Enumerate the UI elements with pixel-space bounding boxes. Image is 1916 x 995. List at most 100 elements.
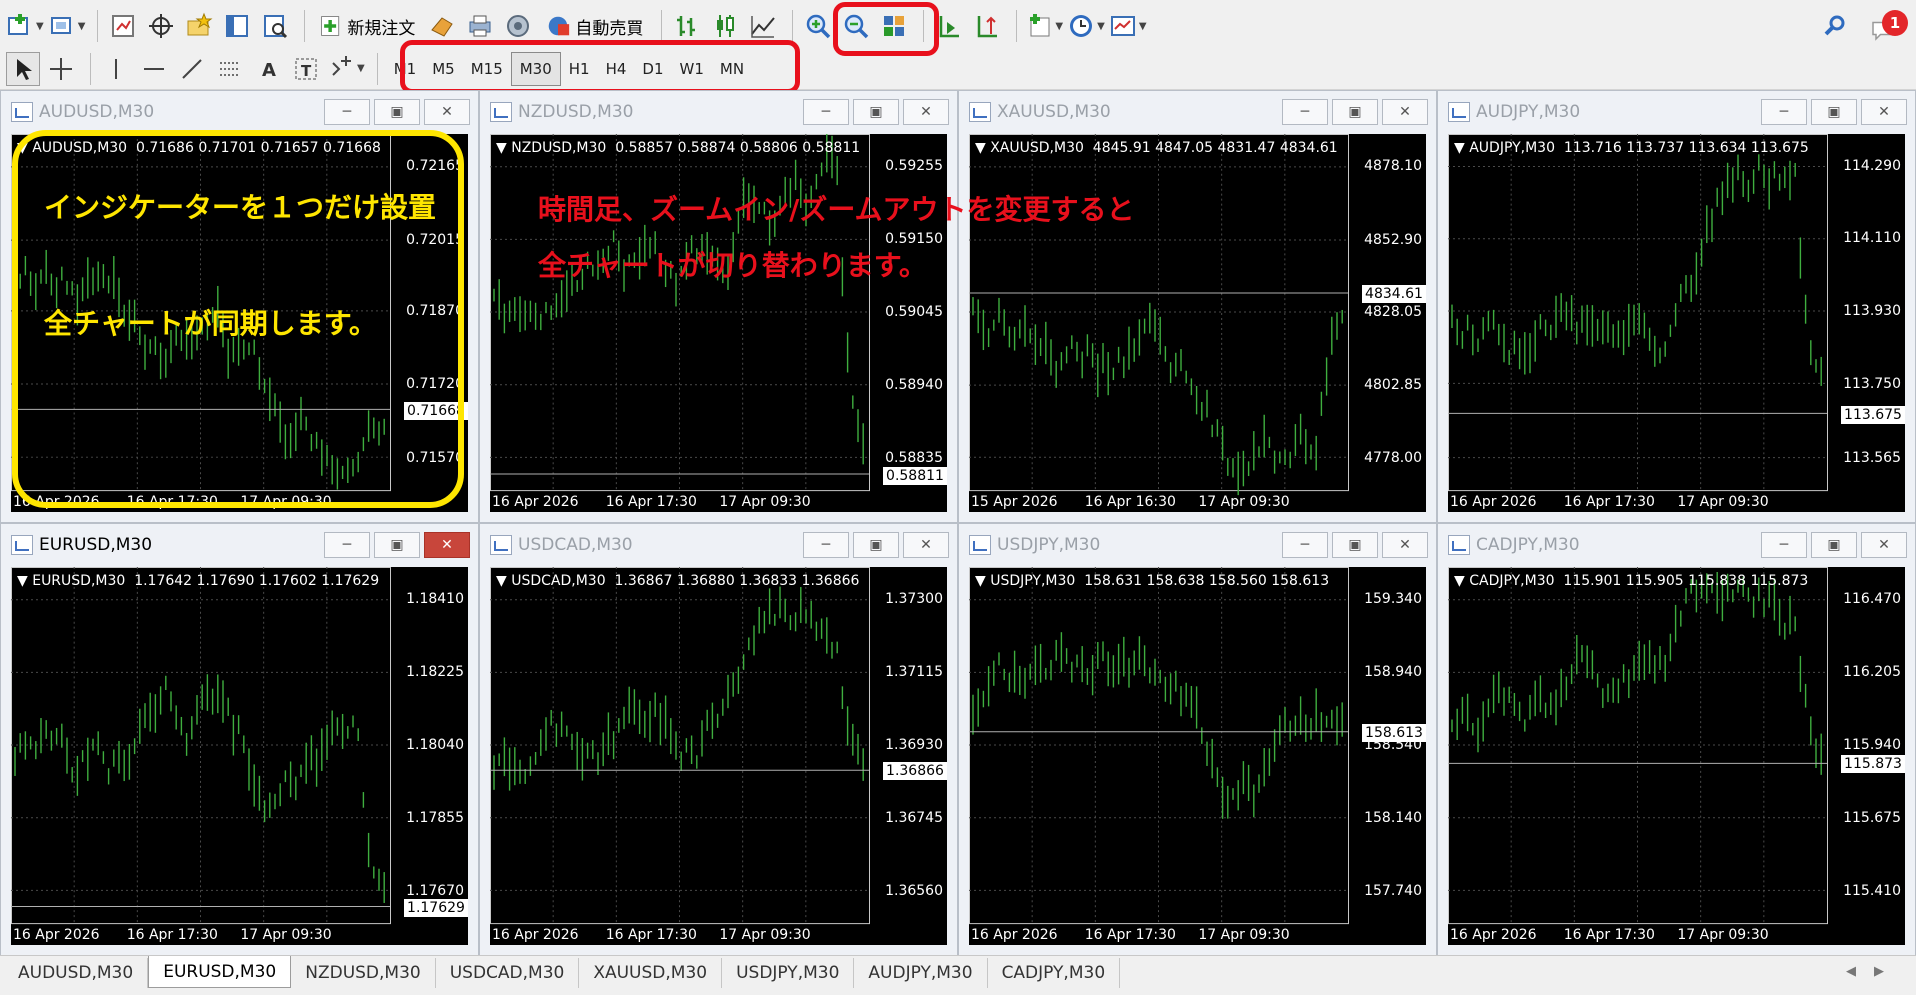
tab-audusd[interactable]: AUDUSD,M30 (4, 958, 149, 988)
minimize-button[interactable]: ─ (324, 532, 370, 558)
close-button[interactable]: ✕ (903, 532, 949, 558)
vertical-line-tool[interactable] (99, 52, 133, 86)
chart-window-cadjpy[interactable]: CADJPY,M30 ─ ▣ ✕ ▼ CADJPY,M30 115.901 115.90… (1437, 523, 1916, 956)
favorites-button[interactable] (182, 9, 216, 43)
chart-window-xauusd[interactable]: XAUUSD,M30 ─ ▣ ✕ ▼ XAUUSD,M30 4845.91 4847.0… (958, 90, 1437, 523)
cursor-tool[interactable] (6, 51, 40, 86)
close-button[interactable]: ✕ (1861, 99, 1907, 125)
zoom-in-icon (807, 14, 831, 39)
tab-cadjpy[interactable]: CADJPY,M30 (988, 958, 1121, 988)
print-button[interactable] (463, 9, 497, 43)
chart-plot[interactable]: ▼ EURUSD,M30 1.17642 1.17690 1.17602 1.1… (11, 567, 468, 945)
dropdown-arrow-icon[interactable]: ▼ (496, 140, 511, 156)
indicators-button[interactable]: ▼ (1025, 9, 1063, 43)
chart-window-nzdusd[interactable]: NZDUSD,M30 ─ ▣ ✕ ▼ NZDUSD,M30 0.58857 0.5887… (479, 90, 958, 523)
minimize-button[interactable]: ─ (803, 532, 849, 558)
tab-audjpy[interactable]: AUDJPY,M30 (854, 958, 988, 988)
zoom-in-button[interactable] (801, 9, 835, 43)
maximize-button[interactable]: ▣ (853, 99, 899, 125)
chart-window-titlebar[interactable]: AUDJPY,M30 ─ ▣ ✕ (1438, 91, 1915, 133)
search-button[interactable] (1818, 9, 1852, 43)
close-button[interactable]: ✕ (1861, 532, 1907, 558)
text-tool[interactable]: A (251, 52, 285, 86)
tab-xauusd[interactable]: XAUUSD,M30 (579, 958, 723, 988)
channel-tool[interactable] (213, 52, 247, 86)
new-chart-button[interactable]: ▼ (6, 9, 44, 43)
chart-plot[interactable]: ▼ CADJPY,M30 115.901 115.905 115.838 115… (1448, 567, 1905, 945)
chart-window-eurusd[interactable]: EURUSD,M30 ─ ▣ ✕ ▼ EURUSD,M30 1.17642 1.1769… (0, 523, 479, 956)
candlestick-chart-button[interactable] (708, 9, 742, 43)
dropdown-arrow-icon[interactable]: ▼ (975, 140, 990, 156)
notifications-button[interactable]: 1 (1868, 10, 1908, 50)
dropdown-arrow-icon[interactable]: ▼ (1454, 573, 1469, 589)
close-button[interactable]: ✕ (903, 99, 949, 125)
eraser-button[interactable] (425, 9, 459, 43)
trendline-tool[interactable] (175, 52, 209, 86)
maximize-button[interactable]: ▣ (374, 99, 420, 125)
chart-plot[interactable]: ▼ USDJPY,M30 158.631 158.638 158.560 158… (969, 567, 1426, 945)
candlestick-icon (717, 15, 735, 37)
chart-window-titlebar[interactable]: AUDUSD,M30 ─ ▣ ✕ (1, 91, 478, 133)
dropdown-arrow-icon[interactable]: ▼ (17, 573, 32, 589)
strategy-tester-button[interactable] (258, 9, 292, 43)
dropdown-arrow-icon[interactable]: ▼ (1454, 140, 1469, 156)
chart-window-titlebar[interactable]: XAUUSD,M30 ─ ▣ ✕ (959, 91, 1436, 133)
line-chart-button[interactable] (746, 9, 780, 43)
new-order-button[interactable]: 新規注文 (313, 9, 421, 43)
tab-nzdusd[interactable]: NZDUSD,M30 (291, 958, 436, 988)
chart-window-icon (1448, 535, 1470, 555)
chart-window-audjpy[interactable]: AUDJPY,M30 ─ ▣ ✕ ▼ AUDJPY,M30 113.716 113.73… (1437, 90, 1916, 523)
market-watch-button[interactable] (106, 9, 140, 43)
x-axis-label: 16 Apr 17:30 (126, 927, 218, 943)
close-button[interactable]: ✕ (1382, 99, 1428, 125)
chart-window-titlebar[interactable]: USDJPY,M30 ─ ▣ ✕ (959, 524, 1436, 566)
bar-chart-button[interactable] (670, 9, 704, 43)
y-axis-label: 0.59255 (885, 157, 943, 174)
minimize-button[interactable]: ─ (803, 99, 849, 125)
chart-plot[interactable]: ▼ AUDJPY,M30 113.716 113.737 113.634 113… (1448, 134, 1905, 512)
maximize-button[interactable]: ▣ (853, 532, 899, 558)
ohlc-text: USDJPY,M30 158.631 158.638 158.560 158.6… (990, 573, 1330, 589)
minimize-button[interactable]: ─ (324, 99, 370, 125)
chart-shift-button[interactable] (970, 9, 1004, 43)
close-button[interactable]: ✕ (1382, 532, 1428, 558)
arrows-tool[interactable]: ▼ (327, 52, 365, 86)
tab-usdjpy[interactable]: USDJPY,M30 (722, 958, 855, 988)
minimize-button[interactable]: ─ (1282, 532, 1328, 558)
profiles-button[interactable]: ▼ (48, 9, 85, 43)
terminal-button[interactable] (220, 9, 254, 43)
maximize-button[interactable]: ▣ (1332, 99, 1378, 125)
chart-window-usdcad[interactable]: USDCAD,M30 ─ ▣ ✕ ▼ USDCAD,M30 1.36867 1.3688… (479, 523, 958, 956)
maximize-button[interactable]: ▣ (1332, 532, 1378, 558)
close-button[interactable]: ✕ (424, 532, 470, 558)
chart-window-titlebar[interactable]: CADJPY,M30 ─ ▣ ✕ (1438, 524, 1915, 566)
dropdown-arrow-icon[interactable]: ▼ (975, 573, 990, 589)
tab-scroll-arrows[interactable]: ◀▶ (1846, 964, 1902, 979)
chart-window-titlebar[interactable]: NZDUSD,M30 ─ ▣ ✕ (480, 91, 957, 133)
close-button[interactable]: ✕ (424, 99, 470, 125)
maximize-button[interactable]: ▣ (1811, 99, 1857, 125)
chart-window-titlebar[interactable]: USDCAD,M30 ─ ▣ ✕ (480, 524, 957, 566)
minimize-button[interactable]: ─ (1282, 99, 1328, 125)
minimize-button[interactable]: ─ (1761, 99, 1807, 125)
crosshair-nav-button[interactable] (144, 9, 178, 43)
auto-trading-button[interactable]: 自動売買 (539, 9, 649, 43)
dropdown-arrow-icon[interactable]: ▼ (496, 573, 511, 589)
drawing-toolbar: A T ▼ M1 M5 M15 M30 H1 H4 D1 W1 MN (0, 48, 1916, 90)
periods-button[interactable]: ▼ (1067, 9, 1105, 43)
maximize-button[interactable]: ▣ (1811, 532, 1857, 558)
minimize-button[interactable]: ─ (1761, 532, 1807, 558)
text-label-tool[interactable]: T (289, 52, 323, 86)
signals-button[interactable] (501, 9, 535, 43)
templates-button[interactable]: ▼ (1109, 9, 1147, 43)
chart-window-titlebar[interactable]: EURUSD,M30 ─ ▣ ✕ (1, 524, 478, 566)
tester-icon (264, 15, 288, 39)
tab-usdcad[interactable]: USDCAD,M30 (436, 958, 580, 988)
chart-plot[interactable]: ▼ USDCAD,M30 1.36867 1.36880 1.36833 1.3… (490, 567, 947, 945)
chart-window-usdjpy[interactable]: USDJPY,M30 ─ ▣ ✕ ▼ USDJPY,M30 158.631 158.63… (958, 523, 1437, 956)
tab-eurusd[interactable]: EURUSD,M30 (148, 956, 292, 988)
maximize-button[interactable]: ▣ (374, 532, 420, 558)
horizontal-line-tool[interactable] (137, 52, 171, 86)
ohlc-readout: ▼ XAUUSD,M30 4845.91 4847.05 4831.47 483… (975, 140, 1338, 156)
crosshair-tool[interactable] (44, 52, 78, 86)
